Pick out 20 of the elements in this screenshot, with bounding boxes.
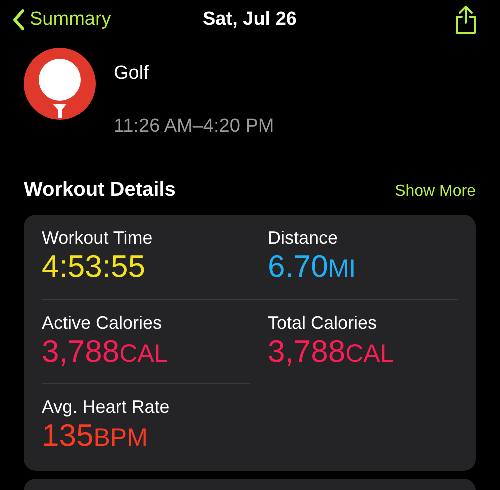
metric-value: 135 [42, 418, 94, 454]
workout-time-range: 11:26 AM–4:20 PM [114, 114, 274, 138]
metric-unit: MI [328, 254, 356, 285]
metric-value: 4:53:55 [42, 249, 146, 285]
metric-value: 3,788 [42, 334, 120, 370]
metric-value: 6.70 [268, 249, 328, 285]
workout-name: Golf [114, 62, 150, 86]
metric-value: 3,788 [268, 334, 346, 370]
metric-label: Total Calories [268, 312, 378, 334]
metric-unit: CAL [346, 339, 394, 370]
metric-label: Avg. Heart Rate [42, 396, 171, 418]
metric-label: Workout Time [42, 227, 154, 249]
metric-label: Distance [268, 227, 340, 249]
section-title: Workout Details [24, 178, 176, 203]
metric-unit: BPM [94, 423, 148, 454]
page-title: Sat, Jul 26 [203, 8, 297, 32]
metric-unit: CAL [120, 339, 168, 370]
back-button[interactable]: Summary [12, 6, 112, 34]
show-more-link[interactable]: Show More [395, 180, 476, 204]
metric-label: Active Calories [42, 312, 164, 334]
